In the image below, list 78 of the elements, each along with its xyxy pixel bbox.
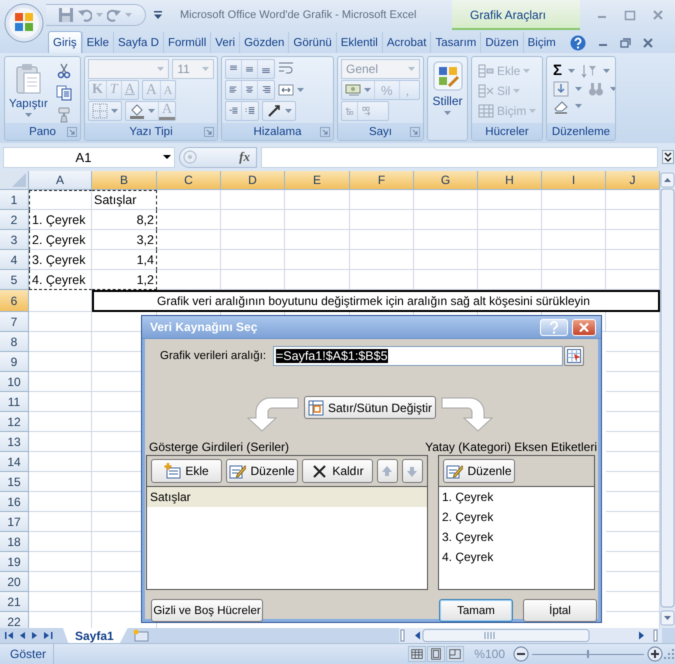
row-header[interactable]: 15 [0,472,29,492]
column-header[interactable]: G [414,171,478,190]
column-header[interactable]: H [478,171,542,190]
column-header[interactable]: I [542,171,606,190]
row-header[interactable]: 6 [0,290,29,312]
styles-label: Stiller [432,94,462,108]
row-header[interactable]: 12 [0,412,29,432]
name-box[interactable]: A1 [3,146,175,168]
remove-button[interactable]: Kaldır [302,459,373,483]
window-title: Microsoft Office Word'de Grafik - Microsoft Excel [180,9,418,21]
paste-button[interactable]: Yapıştır [9,61,48,123]
row-header[interactable]: 3 [0,230,29,250]
autosum-button[interactable]: Σ [553,61,562,80]
styles-button[interactable]: Stiller [428,57,467,139]
row-header[interactable]: 5 [0,270,29,290]
list-item[interactable]: 3. Çeyrek [439,527,594,547]
ok-button[interactable]: Tamam [439,599,513,622]
row-header[interactable]: 4 [0,250,29,270]
group-title: Pano [29,126,56,138]
cancel-button[interactable]: İptal [523,599,597,622]
table-cell: 8,2 [92,210,157,230]
switch-row-column-button[interactable]: Satır/Sütun Değiştir [304,396,436,419]
list-item[interactable]: Satışlar [147,487,427,507]
table-cell: 3. Çeyrek [29,250,92,270]
row-header[interactable]: 8 [0,332,29,352]
column-header[interactable]: F [350,171,414,190]
field-label: Grafik verileri aralığı: [159,350,268,362]
status-mode: Göster [0,644,54,664]
row-header[interactable]: 9 [0,352,29,372]
row-header[interactable]: 18 [0,532,29,552]
list-item[interactable]: 1. Çeyrek [439,487,594,507]
edit-button[interactable]: Düzenle [443,459,515,483]
group-title: Hizalama [254,126,302,138]
column-header[interactable]: D [221,171,285,190]
column-header[interactable]: E [285,171,350,190]
row-header[interactable]: 19 [0,552,29,572]
group-title: Düzenleme [552,126,610,138]
column-header[interactable]: C [157,171,221,190]
table-cell: 1,4 [92,250,157,270]
row-header[interactable]: 16 [0,492,29,512]
table-cell: 4. Çeyrek [29,270,92,290]
column-header[interactable]: B [92,171,157,190]
zoom-level: %100 [474,647,505,661]
row-header[interactable]: 13 [0,432,29,452]
row-header[interactable]: 21 [0,592,29,612]
row-header[interactable]: 17 [0,512,29,532]
group-title: Yazı Tipi [129,126,173,138]
group-title: Sayı [368,126,392,138]
sheet-tab[interactable]: Sayfa1 [63,628,128,643]
row-header[interactable]: 1 [0,190,29,210]
table-cell: 3,2 [92,230,157,250]
list-item[interactable]: 2. Çeyrek [439,507,594,527]
paste-label: Yapıştır [9,98,48,110]
contextual-tab-header: Grafik Araçları [452,0,580,30]
table-cell: 2. Çeyrek [29,230,92,250]
add-button[interactable]: Ekle [151,459,222,483]
table-cell: Satışlar [92,190,157,210]
section-heading: Yatay (Kategori) Eksen Etiketleri [425,440,597,455]
row-header[interactable]: 14 [0,452,29,472]
row-header[interactable]: 22 [0,612,29,628]
table-cell: 1. Çeyrek [29,210,92,230]
group-title: Hücreler [485,126,529,138]
row-header[interactable]: 7 [0,312,29,332]
row-header[interactable]: 20 [0,572,29,592]
insert-function-button[interactable]: fx [179,146,257,168]
list-item[interactable]: 4. Çeyrek [439,547,594,567]
row-header[interactable]: 10 [0,372,29,392]
row-header[interactable]: 2 [0,210,29,230]
range-field[interactable]: =Sayfa1!$A$1:$B$5 [273,346,563,366]
edit-button[interactable]: Düzenle [226,459,298,483]
dialog-title: Veri Kaynağını Seç [150,320,258,334]
column-header[interactable]: J [606,171,660,190]
hint-tooltip: Grafik veri aralığının boyutunu değiştirmek için aralığın sağ alt köşesini sürükleyin [92,290,660,312]
row-header[interactable]: 11 [0,392,29,412]
ribbon-tab[interactable]: Giriş [48,31,82,53]
column-header[interactable]: A [29,171,92,190]
hidden-cells-button[interactable]: Gizli ve Boş Hücreler [151,599,263,622]
section-heading: Gösterge Girdileri (Seriler) [148,440,290,455]
